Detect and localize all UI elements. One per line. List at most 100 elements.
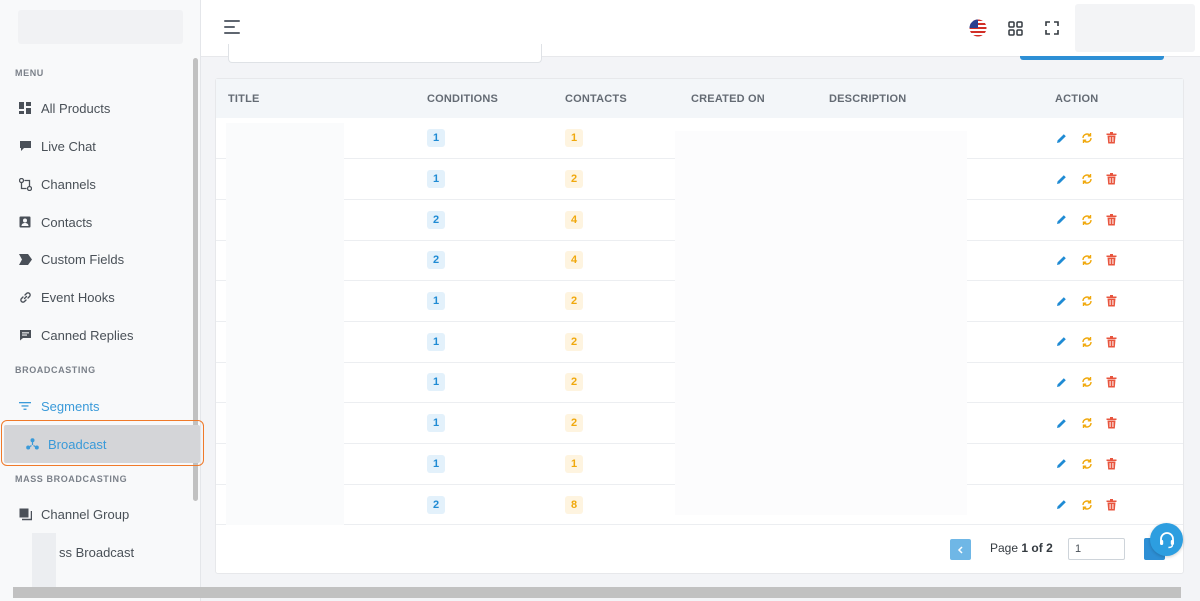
sidebar-item-label: Event Hooks xyxy=(41,289,115,305)
cell-actions xyxy=(1042,240,1183,281)
contacts-badge: 1 xyxy=(565,129,583,148)
cell-contacts: 8 xyxy=(553,484,678,525)
cell-contacts: 1 xyxy=(553,118,678,159)
sidebar-item-contacts[interactable]: Contacts xyxy=(18,210,92,234)
horizontal-scrollbar[interactable] xyxy=(13,587,1181,598)
conditions-badge: 2 xyxy=(427,251,445,270)
sidebar-item-all-products[interactable]: All Products xyxy=(18,96,110,120)
sidebar-item-canned-replies[interactable]: Canned Replies xyxy=(18,323,134,347)
cell-actions xyxy=(1042,118,1183,159)
column-header-created-on[interactable]: CREATED ON xyxy=(678,79,816,118)
refresh-icon[interactable] xyxy=(1080,417,1093,430)
redacted-descriptions xyxy=(675,131,967,515)
edit-icon[interactable] xyxy=(1055,132,1068,145)
cell-actions xyxy=(1042,199,1183,240)
us-flag-icon[interactable] xyxy=(968,18,988,38)
dashboard-grid-icon xyxy=(18,101,32,115)
edit-icon[interactable] xyxy=(1055,213,1068,226)
contacts-badge: 1 xyxy=(565,454,583,473)
cell-conditions: 2 xyxy=(415,240,553,281)
cell-conditions: 1 xyxy=(415,362,553,403)
delete-icon[interactable] xyxy=(1105,213,1118,226)
broadcasting-heading: BROADCASTING xyxy=(15,365,96,375)
conditions-badge: 2 xyxy=(427,210,445,229)
search-input[interactable] xyxy=(228,44,542,63)
sidebar-item-segments[interactable]: Segments xyxy=(18,394,100,418)
cell-contacts: 4 xyxy=(553,240,678,281)
refresh-icon[interactable] xyxy=(1080,132,1093,145)
cell-conditions: 1 xyxy=(415,321,553,362)
conditions-badge: 1 xyxy=(427,373,445,392)
message-icon xyxy=(18,328,32,342)
sidebar-item-mass-broadcast[interactable]: ss Broadcast xyxy=(59,540,134,564)
refresh-icon[interactable] xyxy=(1080,457,1093,470)
column-header-conditions[interactable]: CONDITIONS xyxy=(415,79,553,118)
menu-toggle-icon[interactable] xyxy=(224,20,241,34)
column-header-description[interactable]: DESCRIPTION xyxy=(816,79,1042,118)
column-header-contacts[interactable]: CONTACTS xyxy=(553,79,678,118)
edit-icon[interactable] xyxy=(1055,376,1068,389)
delete-icon[interactable] xyxy=(1105,498,1118,511)
broadcast-icon xyxy=(25,437,39,451)
delete-icon[interactable] xyxy=(1105,254,1118,267)
edit-icon[interactable] xyxy=(1055,295,1068,308)
refresh-icon[interactable] xyxy=(1080,335,1093,348)
cell-actions xyxy=(1042,362,1183,403)
delete-icon[interactable] xyxy=(1105,173,1118,186)
refresh-icon[interactable] xyxy=(1080,213,1093,226)
edit-icon[interactable] xyxy=(1055,457,1068,470)
support-chat-button[interactable] xyxy=(1150,523,1183,556)
cell-contacts: 2 xyxy=(553,403,678,444)
headset-icon xyxy=(1159,531,1174,548)
edit-icon[interactable] xyxy=(1055,335,1068,348)
sidebar-item-label: Canned Replies xyxy=(41,327,134,343)
sidebar-item-label: All Products xyxy=(41,100,111,116)
edit-icon[interactable] xyxy=(1055,498,1068,511)
tag-icon xyxy=(18,252,32,266)
sidebar-item-live-chat[interactable]: Live Chat xyxy=(18,134,96,158)
apps-grid-icon[interactable] xyxy=(1005,18,1025,38)
table-header-row: TITLE CONDITIONS CONTACTS CREATED ON DES… xyxy=(216,79,1183,118)
sidebar: MENU All Products Live Chat Channels Con… xyxy=(0,0,204,601)
contacts-badge: 4 xyxy=(565,251,583,270)
delete-icon[interactable] xyxy=(1105,132,1118,145)
sidebar-item-channel-group[interactable]: Channel Group xyxy=(18,502,129,526)
sidebar-item-event-hooks[interactable]: Event Hooks xyxy=(18,285,115,309)
delete-icon[interactable] xyxy=(1105,417,1118,430)
user-profile[interactable] xyxy=(1075,4,1195,52)
cell-contacts: 2 xyxy=(553,362,678,403)
sidebar-item-custom-fields[interactable]: Custom Fields xyxy=(18,247,124,271)
refresh-icon[interactable] xyxy=(1080,295,1093,308)
cell-actions xyxy=(1042,403,1183,444)
cell-conditions: 1 xyxy=(415,444,553,485)
refresh-icon[interactable] xyxy=(1080,254,1093,267)
column-header-title[interactable]: TITLE xyxy=(216,79,415,118)
add-segment-button[interactable] xyxy=(1020,56,1164,60)
fullscreen-icon[interactable] xyxy=(1042,18,1062,38)
cell-actions xyxy=(1042,484,1183,525)
delete-icon[interactable] xyxy=(1105,295,1118,308)
chevron-left-icon xyxy=(957,545,963,554)
edit-icon[interactable] xyxy=(1055,173,1068,186)
sidebar-item-channels[interactable]: Channels xyxy=(18,172,96,196)
sidebar-item-label: Contacts xyxy=(41,214,93,230)
logo[interactable] xyxy=(18,10,183,44)
link-icon xyxy=(18,290,32,304)
delete-icon[interactable] xyxy=(1105,335,1118,348)
delete-icon[interactable] xyxy=(1105,376,1118,389)
conditions-badge: 1 xyxy=(427,414,445,433)
cell-conditions: 1 xyxy=(415,118,553,159)
sidebar-item-broadcast[interactable]: Broadcast xyxy=(25,432,107,456)
cell-contacts: 1 xyxy=(553,444,678,485)
cell-conditions: 1 xyxy=(415,281,553,322)
refresh-icon[interactable] xyxy=(1080,173,1093,186)
edit-icon[interactable] xyxy=(1055,417,1068,430)
redacted-area xyxy=(32,533,56,595)
page-number-input[interactable] xyxy=(1068,538,1125,560)
refresh-icon[interactable] xyxy=(1080,376,1093,389)
refresh-icon[interactable] xyxy=(1080,498,1093,511)
delete-icon[interactable] xyxy=(1105,457,1118,470)
edit-icon[interactable] xyxy=(1055,254,1068,267)
prev-page-button[interactable] xyxy=(950,539,971,560)
page-indicator: Page 1 of 2 xyxy=(990,541,1053,555)
